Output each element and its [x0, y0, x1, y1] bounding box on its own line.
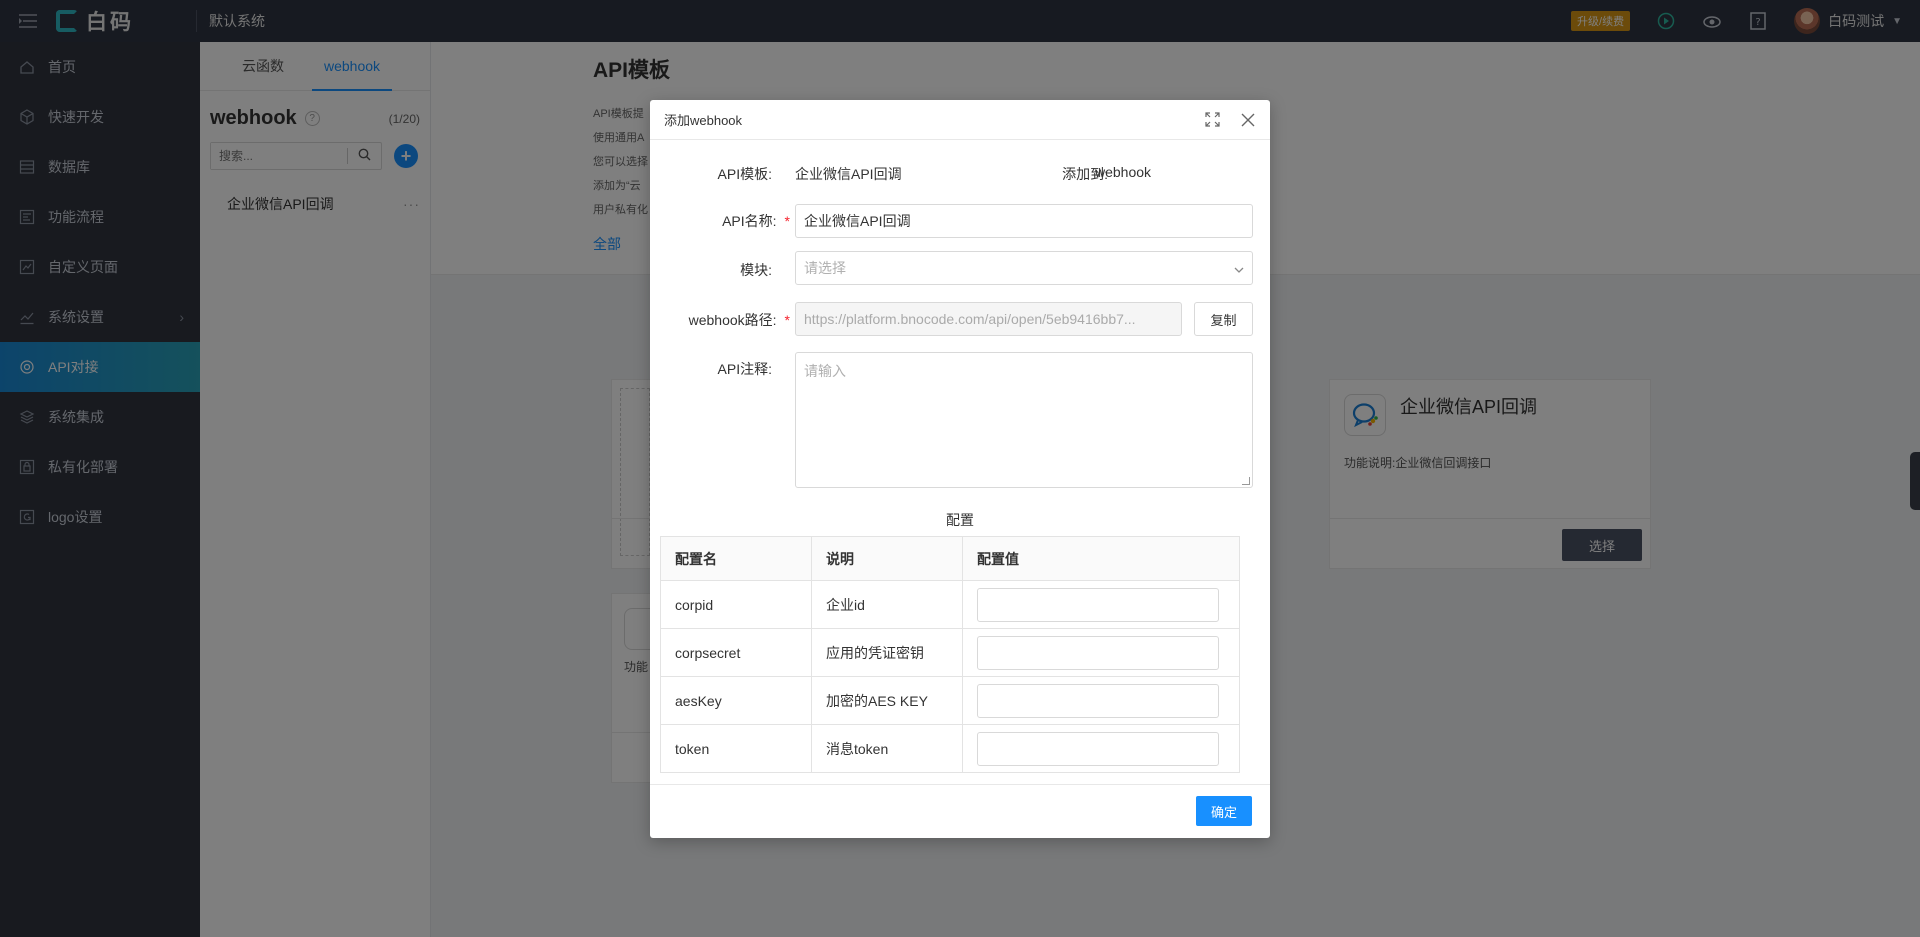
config-value-cell: [962, 724, 1240, 773]
config-header-name: 配置名: [660, 536, 812, 581]
webhook-path-input[interactable]: https://platform.bnocode.com/api/open/5e…: [795, 302, 1182, 336]
table-row: token 消息token: [660, 724, 1240, 773]
config-desc: 消息token: [811, 724, 963, 773]
close-icon[interactable]: [1240, 112, 1256, 128]
modal-tools: [1204, 112, 1256, 128]
config-desc: 应用的凭证密钥: [811, 628, 963, 677]
config-value-cell: [962, 580, 1240, 629]
config-value-input[interactable]: [977, 683, 1219, 718]
chevron-down-icon: [1234, 260, 1244, 276]
module-select[interactable]: 请选择: [795, 251, 1253, 285]
webhook-path-label: webhook路径: *: [650, 310, 790, 330]
modal-footer: 确定: [650, 784, 1270, 838]
config-value-cell: [962, 676, 1240, 725]
modal-title: 添加webhook: [664, 113, 743, 128]
webhook-path-label-text: webhook路径:: [688, 312, 777, 328]
config-desc: 企业id: [811, 580, 963, 629]
template-label: API模板:: [717, 166, 772, 182]
table-row: corpid 企业id: [660, 580, 1240, 629]
api-note-textarea[interactable]: 请输入: [795, 352, 1253, 488]
copy-button[interactable]: 复制: [1194, 302, 1253, 336]
config-title: 配置: [946, 512, 974, 528]
config-value-input[interactable]: [977, 587, 1219, 622]
required-mark: *: [784, 312, 790, 328]
config-name: corpid: [660, 580, 812, 629]
config-value-input[interactable]: [977, 731, 1219, 766]
confirm-button[interactable]: 确定: [1196, 796, 1252, 826]
template-value: 企业微信API回调: [795, 166, 902, 182]
module-label: 模块:: [740, 262, 772, 278]
resize-grip-icon[interactable]: [1242, 477, 1250, 485]
api-name-input[interactable]: 企业微信API回调: [795, 204, 1253, 238]
add-to-label: 添加到:: [1062, 166, 1108, 182]
config-value-cell: [962, 628, 1240, 677]
config-name: aesKey: [660, 676, 812, 725]
note-placeholder: 请输入: [804, 363, 846, 379]
config-header-value: 配置值: [962, 536, 1240, 581]
config-header-row: 配置名 说明 配置值: [660, 536, 1240, 581]
fullscreen-icon[interactable]: [1204, 112, 1220, 128]
table-row: corpsecret 应用的凭证密钥: [660, 628, 1240, 677]
config-table: 配置名 说明 配置值 corpid 企业id corpsecret 应用的凭证密…: [660, 536, 1240, 773]
modal-header: 添加webhook: [650, 100, 1270, 140]
api-name-label: API名称: *: [650, 211, 790, 231]
config-name: corpsecret: [660, 628, 812, 677]
add-to-value: webhook: [1095, 164, 1152, 180]
module-placeholder: 请选择: [804, 260, 846, 276]
add-webhook-dialog: 添加webhook API模板: 企业微信API回调 添加到: webhook …: [650, 100, 1270, 838]
api-note-label: API注释:: [717, 361, 772, 377]
api-name-label-text: API名称:: [722, 213, 777, 229]
config-value-input[interactable]: [977, 635, 1219, 670]
config-name: token: [660, 724, 812, 773]
table-row: aesKey 加密的AES KEY: [660, 676, 1240, 725]
config-desc: 加密的AES KEY: [811, 676, 963, 725]
required-mark: *: [784, 213, 790, 229]
config-header-desc: 说明: [811, 536, 963, 581]
